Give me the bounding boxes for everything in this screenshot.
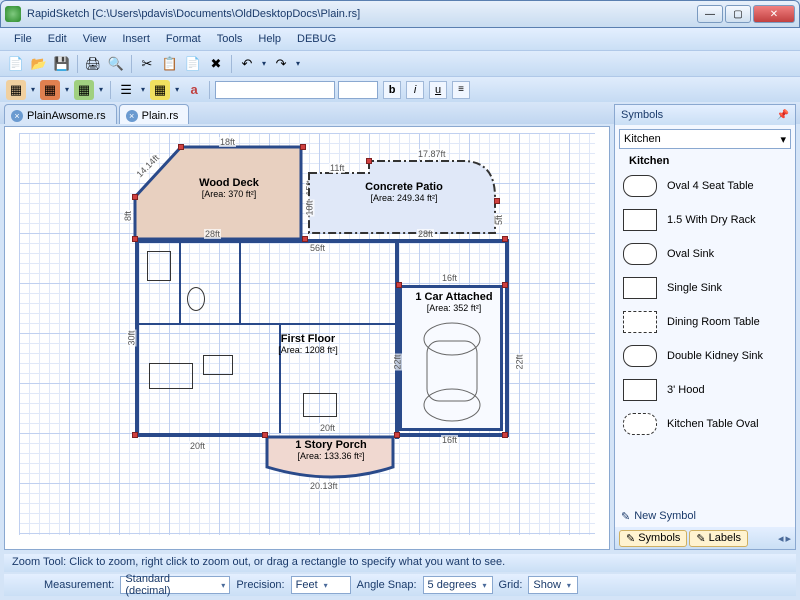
menu-tools[interactable]: Tools	[209, 31, 251, 47]
porch-label: 1 Story Porch	[269, 439, 393, 451]
menubar: File Edit View Insert Format Tools Help …	[0, 28, 800, 50]
new-symbol-button[interactable]: ✎ New Symbol	[615, 505, 795, 527]
list-item[interactable]: Single Sink	[615, 271, 795, 305]
precision-select[interactable]: Feet	[291, 576, 351, 594]
underline-button[interactable]: u	[429, 81, 447, 99]
preview-icon[interactable]: 🔍	[106, 54, 126, 74]
garage-label: 1 Car Attached	[399, 291, 509, 303]
cut-icon[interactable]: ✂	[137, 54, 157, 74]
menu-insert[interactable]: Insert	[114, 31, 158, 47]
redo-icon[interactable]: ↷	[271, 54, 291, 74]
toolbar-format: ▦▾ ▦▾ ▦▾ ☰▾ ▦▾ a b i u ≡	[0, 76, 800, 102]
anglesnap-select[interactable]: 5 degrees	[423, 576, 493, 594]
fill-icon[interactable]: ▦	[150, 80, 170, 100]
patio-area: [Area: 249.34 ft²]	[329, 193, 479, 203]
paste-icon[interactable]: 📄	[183, 54, 203, 74]
fontsize-select[interactable]	[338, 81, 378, 99]
options-bar: Measurement: Standard (decimal) Precisio…	[4, 574, 796, 596]
wood-deck-area: [Area: 370 ft²]	[169, 189, 289, 199]
titlebar: RapidSketch [C:\Users\pdavis\Documents\O…	[0, 0, 800, 28]
patio-label: Concrete Patio	[329, 181, 479, 193]
category-label: Kitchen	[615, 153, 795, 169]
pin-icon[interactable]: 📌	[777, 110, 789, 121]
tool1-icon[interactable]: ▦	[6, 80, 26, 100]
tab-close-icon[interactable]: ×	[126, 110, 138, 122]
menu-view[interactable]: View	[75, 31, 115, 47]
menu-file[interactable]: File	[6, 31, 40, 47]
align2-button[interactable]: ≡	[452, 81, 470, 99]
print-icon[interactable]: 🖨	[83, 54, 103, 74]
delete-icon[interactable]: ✖	[206, 54, 226, 74]
list-item[interactable]: Oval 4 Seat Table	[615, 169, 795, 203]
status-hint: Zoom Tool: Click to zoom, right click to…	[12, 556, 505, 568]
font-select[interactable]	[215, 81, 335, 99]
toolbar-main: 📄 📂 💾 🖨 🔍 ✂ 📋 📄 ✖ ↶▾ ↷▾	[0, 50, 800, 76]
symbols-panel: Symbols 📌 Kitchen▾ Kitchen Oval 4 Seat T…	[614, 104, 796, 550]
menu-debug[interactable]: DEBUG	[289, 31, 344, 47]
save-icon[interactable]: 💾	[52, 54, 72, 74]
scroll-right-icon[interactable]: ▸	[785, 532, 791, 545]
text-icon[interactable]: a	[184, 80, 204, 100]
list-item[interactable]: Dining Room Table	[615, 305, 795, 339]
tool2-icon[interactable]: ▦	[40, 80, 60, 100]
canvas-area[interactable]: Wood Deck [Area: 370 ft²] 18ft 14.14ft 1…	[4, 126, 610, 550]
porch-area: [Area: 133.36 ft²]	[269, 451, 393, 461]
copy-icon[interactable]: 📋	[160, 54, 180, 74]
measurement-select[interactable]: Standard (decimal)	[120, 576, 230, 594]
italic-button[interactable]: i	[406, 81, 424, 99]
add-icon: ✎	[621, 510, 630, 523]
panel-title: Symbols	[621, 109, 663, 121]
list-item[interactable]: 1.5 With Dry Rack	[615, 203, 795, 237]
list-item[interactable]: 3' Hood	[615, 373, 795, 407]
wood-deck-label: Wood Deck	[169, 177, 289, 189]
open-icon[interactable]: 📂	[29, 54, 49, 74]
undo-icon[interactable]: ↶	[237, 54, 257, 74]
tab-label: Plain.rs	[142, 110, 179, 122]
grid-label: Grid:	[499, 579, 523, 591]
anglesnap-label: Angle Snap:	[357, 579, 417, 591]
list-item[interactable]: Kitchen Table Oval	[615, 407, 795, 441]
first-floor-label: First Floor	[243, 333, 373, 345]
app-icon	[5, 6, 21, 22]
new-file-icon[interactable]: 📄	[6, 54, 26, 74]
list-item[interactable]: Oval Sink	[615, 237, 795, 271]
bold-button[interactable]: b	[383, 81, 401, 99]
symbol-list[interactable]: Oval 4 Seat Table 1.5 With Dry Rack Oval…	[615, 169, 795, 505]
panel-tab-symbols[interactable]: ✎Symbols	[619, 530, 687, 547]
tab-label: PlainAwsome.rs	[27, 110, 106, 122]
tool3-icon[interactable]: ▦	[74, 80, 94, 100]
status-bar: Zoom Tool: Click to zoom, right click to…	[4, 554, 796, 572]
menu-edit[interactable]: Edit	[40, 31, 75, 47]
list-item[interactable]: Double Kidney Sink	[615, 339, 795, 373]
scroll-left-icon[interactable]: ◂	[778, 532, 784, 545]
minimize-button[interactable]: —	[697, 5, 723, 23]
menu-format[interactable]: Format	[158, 31, 209, 47]
tab-plainawsome[interactable]: × PlainAwsome.rs	[4, 104, 117, 124]
maximize-button[interactable]: ▢	[725, 5, 751, 23]
tab-plain[interactable]: × Plain.rs	[119, 104, 190, 124]
panel-tab-labels[interactable]: ✎Labels	[689, 530, 748, 547]
tab-close-icon[interactable]: ×	[11, 110, 23, 122]
close-button[interactable]: ✕	[753, 5, 795, 23]
category-select[interactable]: Kitchen▾	[619, 129, 791, 149]
measurement-label: Measurement:	[44, 579, 114, 591]
align-icon[interactable]: ☰	[116, 80, 136, 100]
window-title: RapidSketch [C:\Users\pdavis\Documents\O…	[27, 8, 695, 20]
menu-help[interactable]: Help	[250, 31, 289, 47]
grid-select[interactable]: Show	[528, 576, 578, 594]
first-floor-area: [Area: 1208 ft²]	[243, 345, 373, 355]
precision-label: Precision:	[236, 579, 284, 591]
garage-area: [Area: 352 ft²]	[399, 303, 509, 313]
